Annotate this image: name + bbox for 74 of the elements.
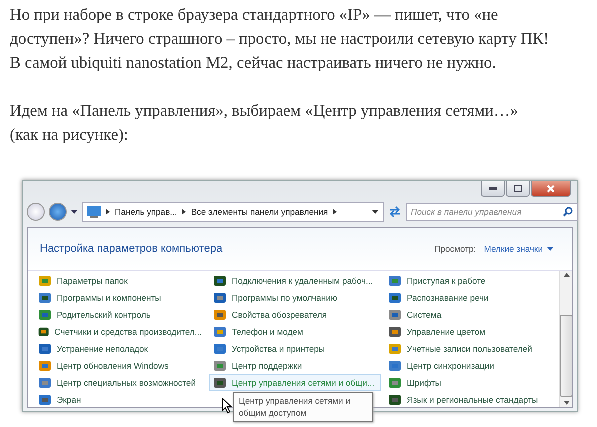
control-panel-item[interactable]: Телефон и модем (209, 323, 381, 340)
control-panel-item[interactable]: Свойства обозревателя (209, 306, 381, 323)
paragraph: Идем на «Панель управления», выбираем «Центр управления сетями…» (как на рисунке): (10, 100, 518, 146)
control-panel-item[interactable]: Учетные записи пользователей (384, 340, 556, 357)
control-panel-item[interactable]: Язык и региональные стандарты (384, 391, 556, 407)
dropdown-icon[interactable] (372, 210, 379, 214)
control-panel-item[interactable]: Устранение неполадок (34, 340, 206, 357)
refresh-icon[interactable] (388, 206, 402, 218)
maximize-icon (514, 185, 522, 192)
control-panel-item[interactable]: Приступая к работе (384, 272, 556, 289)
chevron-icon (106, 209, 110, 215)
app-icon (213, 324, 227, 338)
page-heading: Настройка параметров компьютера (40, 243, 223, 255)
app-icon (213, 274, 227, 288)
breadcrumb[interactable]: Все элементы панели управления (191, 207, 328, 217)
control-panel-item[interactable]: Подключения к удаленным рабоч... (209, 272, 381, 289)
back-button[interactable] (27, 203, 45, 221)
app-icon (38, 376, 52, 390)
app-icon (388, 274, 402, 288)
paragraph: Но при наборе в строке браузера стандартного «IP» — пишет, что «не доступен»? Ничего страшного – просто, мы не настроили сетевую карту ПК! В самой ubiquiti nanostation M2, сейчас настраивать ничего не нужно. (10, 4, 550, 74)
app-icon (388, 324, 402, 338)
app-icon (388, 290, 402, 304)
control-panel-icon (87, 206, 101, 218)
control-panel-item[interactable]: Счетчики и средства производител... (34, 323, 206, 340)
control-panel-item[interactable]: Распознавание речи (384, 289, 556, 306)
app-icon (38, 290, 52, 304)
caret-icon (547, 247, 554, 251)
app-icon (38, 392, 52, 406)
control-panel-item[interactable]: Центр обновления Windows (34, 357, 206, 374)
control-panel-item[interactable]: Центр специальных возможностей (34, 374, 206, 391)
control-panel-item[interactable]: Родительский контроль (34, 306, 206, 323)
close-icon (547, 184, 555, 192)
app-icon (38, 274, 52, 288)
app-icon (213, 358, 227, 372)
forward-button[interactable] (49, 203, 67, 221)
control-panel-item[interactable]: Параметры папок (34, 272, 206, 289)
app-icon (388, 342, 402, 356)
control-panel-item[interactable]: Центр управления сетями и общи... (209, 374, 381, 391)
control-panel-item[interactable]: Центр поддержки (209, 357, 381, 374)
app-icon (213, 290, 227, 304)
control-panel-item[interactable]: Шрифты (384, 374, 556, 391)
app-icon (213, 376, 227, 390)
search-field[interactable]: Поиск в панели управления (406, 203, 578, 221)
app-icon (38, 358, 52, 372)
control-panel-item[interactable]: Система (384, 306, 556, 323)
app-icon (388, 308, 402, 322)
control-panel-item[interactable]: Управление цветом (384, 323, 556, 340)
view-label: Просмотр: (434, 244, 476, 254)
control-panel-item[interactable]: Экран (34, 391, 206, 407)
app-icon (388, 358, 402, 372)
app-icon (213, 342, 227, 356)
caret-icon[interactable] (71, 210, 78, 214)
scrollbar[interactable] (559, 271, 572, 407)
maximize-button[interactable] (506, 181, 530, 197)
control-panel-item[interactable]: Устройства и принтеры (209, 340, 381, 357)
control-panel-item[interactable]: Центр синхронизации (384, 357, 556, 374)
scroll-down-icon[interactable] (564, 401, 570, 405)
breadcrumb[interactable]: Панель управ... (115, 207, 178, 217)
tooltip: Центр управления сетями и общим доступом (233, 392, 373, 422)
address-bar[interactable]: Панель управ... Все элементы панели управления (82, 202, 384, 222)
minimize-button[interactable] (481, 181, 505, 197)
control-panel-item[interactable]: Программы по умолчанию (209, 289, 381, 306)
app-icon (388, 376, 402, 390)
view-dropdown[interactable]: Мелкие значки (484, 244, 554, 254)
chevron-icon (333, 209, 338, 215)
app-icon (38, 342, 52, 356)
close-button[interactable] (531, 181, 571, 197)
chevron-icon (182, 209, 186, 215)
app-icon (213, 308, 227, 322)
app-icon (38, 308, 52, 322)
control-panel-item[interactable]: Программы и компоненты (34, 289, 206, 306)
minimize-icon (489, 187, 497, 190)
scroll-up-icon[interactable] (564, 273, 570, 277)
app-icon (388, 392, 402, 406)
